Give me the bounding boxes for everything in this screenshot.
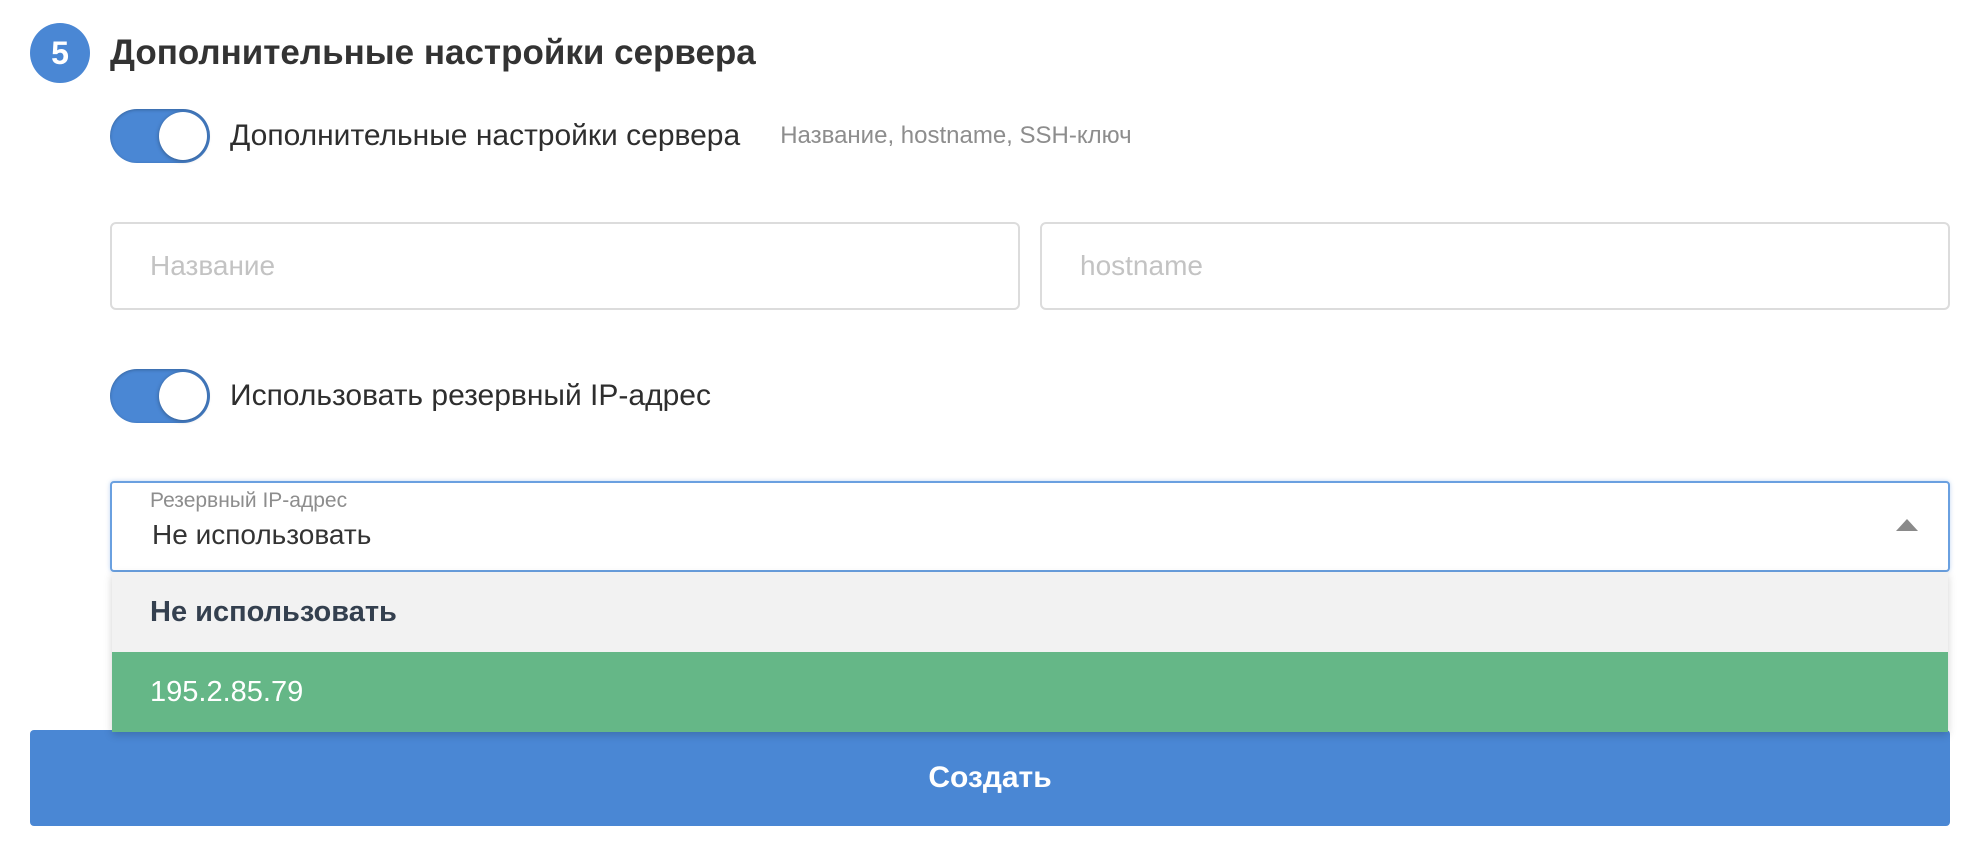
extra-settings-hint: Название, hostname, SSH-ключ: [780, 122, 1132, 149]
hostname-input[interactable]: [1042, 224, 1948, 308]
create-button[interactable]: Создать: [30, 730, 1950, 826]
reserve-ip-dropdown: Не использовать 195.2.85.79: [112, 572, 1948, 732]
reserve-ip-toggle-label[interactable]: Использовать резервный IP-адрес: [230, 379, 711, 413]
step-number-badge: 5: [30, 23, 90, 83]
name-field: [110, 222, 1020, 310]
extra-settings-toggle[interactable]: [110, 109, 210, 163]
toggle-knob: [159, 372, 207, 420]
dropdown-option-ip[interactable]: 195.2.85.79: [112, 652, 1948, 732]
extra-settings-row: Дополнительные настройки сервера Названи…: [110, 109, 1132, 163]
reserve-ip-select-value: Не использовать: [152, 519, 372, 550]
extra-settings-label[interactable]: Дополнительные настройки сервера: [230, 119, 740, 153]
reserve-ip-row: Использовать резервный IP-адрес: [110, 369, 711, 423]
reserve-ip-select-label: Резервный IP-адрес: [150, 489, 348, 512]
reserve-ip-select[interactable]: Резервный IP-адрес Не использовать: [110, 481, 1950, 572]
section-title: Дополнительные настройки сервера: [110, 33, 756, 72]
caret-up-icon[interactable]: [1896, 519, 1918, 531]
hostname-field: [1040, 222, 1950, 310]
toggle-knob: [159, 112, 207, 160]
dropdown-option-none[interactable]: Не использовать: [112, 572, 1948, 652]
reserve-ip-toggle[interactable]: [110, 369, 210, 423]
name-input[interactable]: [112, 224, 1018, 308]
